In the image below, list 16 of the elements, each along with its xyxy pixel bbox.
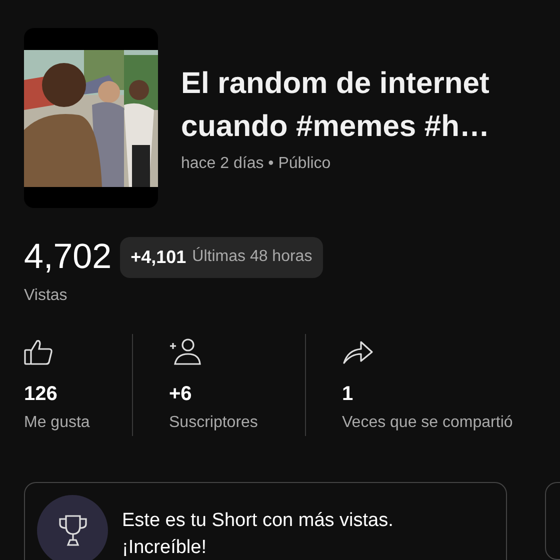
stat-label: Me gusta [24, 413, 91, 433]
card-text: Este es tu Short con más vistas. ¡Increíble! [122, 509, 394, 560]
stat-value: 126 [24, 382, 58, 407]
thumbs-up-icon [24, 338, 54, 366]
stat-value: +6 [169, 382, 193, 407]
stat-value: 1 [342, 382, 354, 407]
share-arrow-icon [342, 338, 374, 366]
delta-value: +4,101 [130, 246, 186, 268]
stat-label: Veces que se compartió [342, 413, 514, 433]
video-meta: hace 2 días • Público [181, 154, 332, 174]
views-count: 4,702 [24, 236, 112, 278]
delta-period: Últimas 48 horas [192, 246, 312, 267]
add-person-icon [169, 338, 201, 366]
views-label: Vistas [24, 286, 68, 306]
stat-label: Suscriptores [169, 413, 259, 433]
video-title: El random de internet cuando #memes #h… [181, 66, 490, 145]
